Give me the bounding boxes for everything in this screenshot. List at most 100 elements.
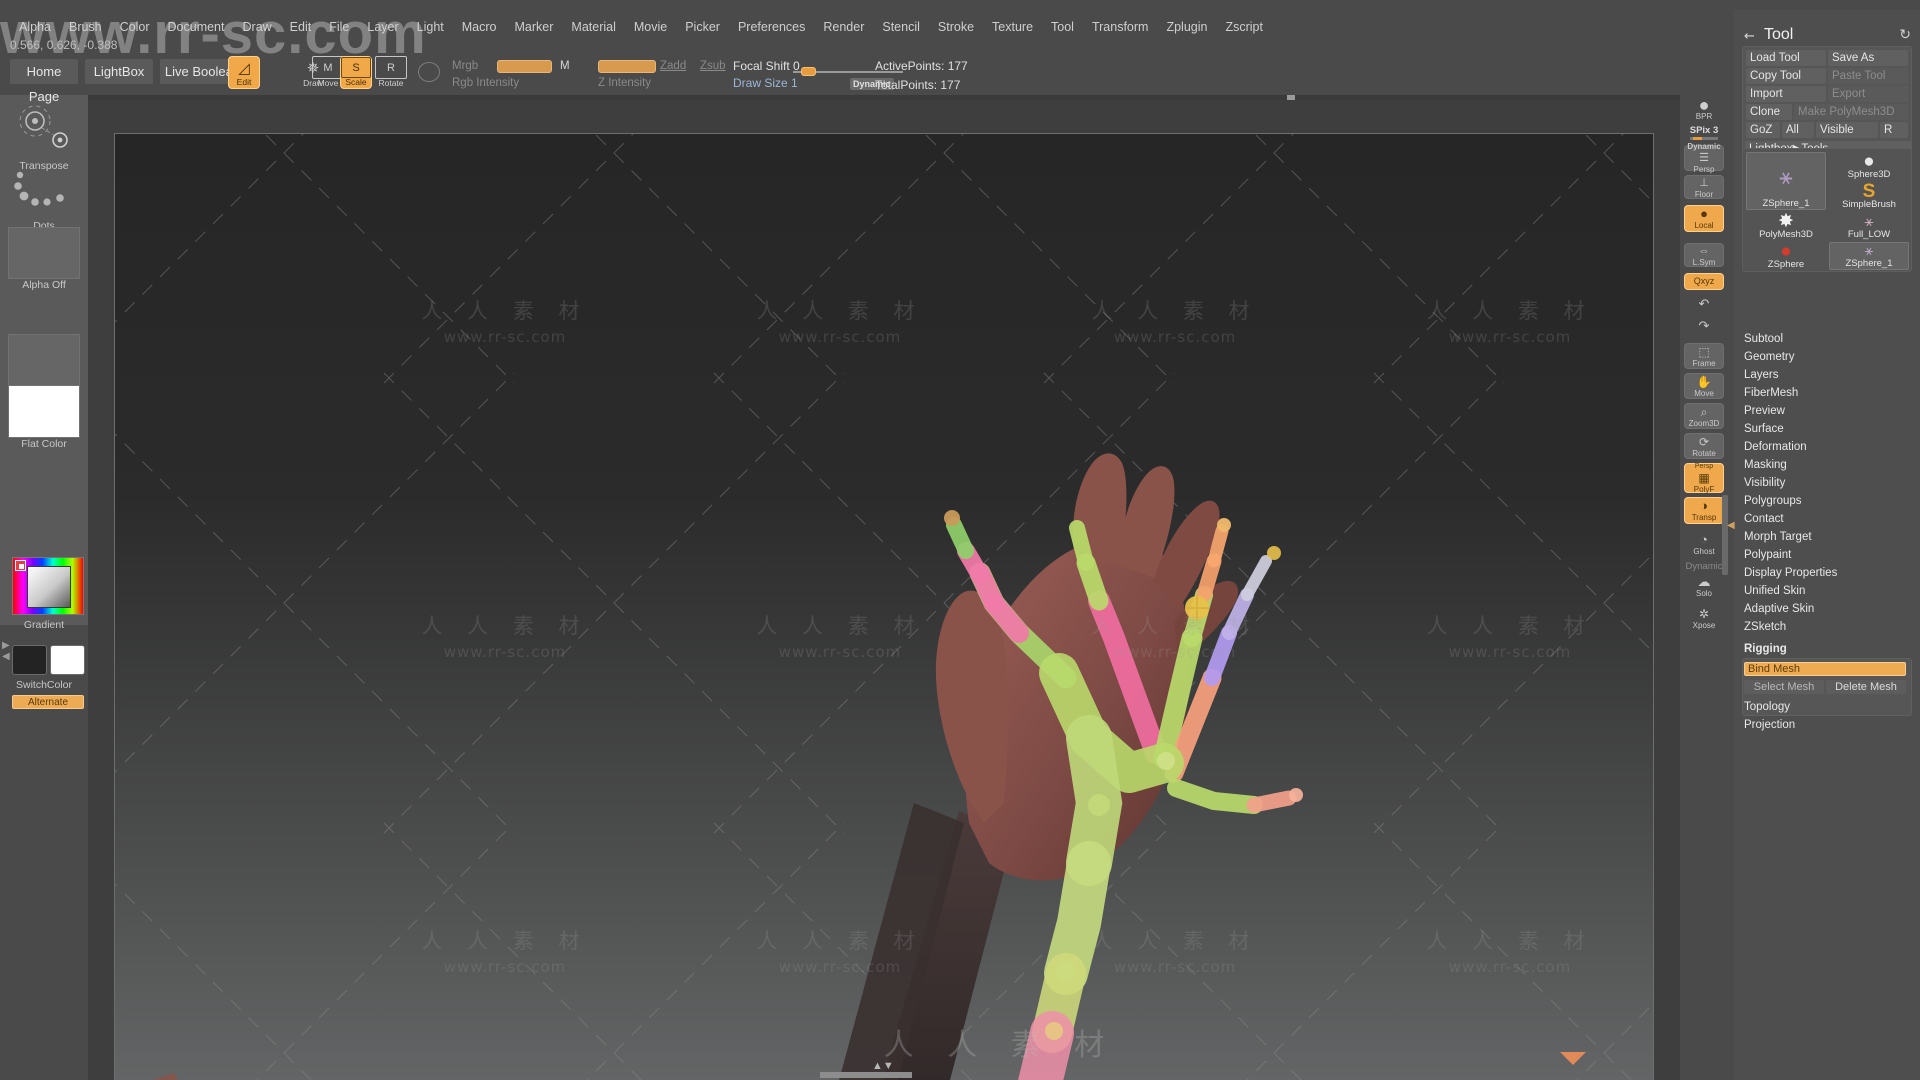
menu-item-layer[interactable]: Layer: [358, 18, 407, 36]
solo-button[interactable]: ☁ Solo: [1684, 573, 1724, 599]
menu-item-texture[interactable]: Texture: [983, 18, 1042, 36]
switch-color-label[interactable]: SwitchColor: [8, 679, 80, 691]
menu-item-macro[interactable]: Macro: [453, 18, 506, 36]
gradient-label[interactable]: Gradient: [8, 619, 80, 631]
secondary-color-swatch[interactable]: [50, 645, 85, 675]
lsym-button[interactable]: ⇔ L.Sym: [1684, 243, 1724, 267]
lightbox-button[interactable]: LightBox: [85, 59, 153, 84]
color-picker-inner[interactable]: [27, 566, 71, 608]
material-sphere-icon[interactable]: [418, 62, 440, 82]
tool-thumb-polymesh3d[interactable]: ✸ PolyMesh3D: [1746, 212, 1826, 240]
color-picker-selector[interactable]: [15, 560, 26, 571]
primary-color-swatch[interactable]: [12, 645, 47, 675]
tool-menu-subtool[interactable]: Subtool: [1744, 332, 1910, 346]
undo-button[interactable]: ↶: [1684, 295, 1724, 313]
tool-menu-masking[interactable]: Masking: [1744, 458, 1910, 472]
focal-shift-knob[interactable]: [801, 67, 816, 76]
rotate-nav-button[interactable]: ⟳ Rotate: [1684, 433, 1724, 459]
m-toggle-label[interactable]: M: [560, 60, 570, 72]
tool-menu-polypaint[interactable]: Polypaint: [1744, 548, 1910, 562]
tool-menu-fibermesh[interactable]: FiberMesh: [1744, 386, 1910, 400]
hand-model-3d[interactable]: [114, 133, 1654, 1080]
tool-thumb-zsphere-1-a[interactable]: ⚹ ZSphere_1: [1746, 152, 1826, 210]
zsub-button[interactable]: Zsub: [700, 60, 726, 72]
tool-thumb-zsphere-1-b[interactable]: ⚹ ZSphere_1: [1829, 242, 1909, 270]
z-intensity-slider[interactable]: [598, 60, 656, 73]
paste-tool-button[interactable]: Paste Tool: [1828, 68, 1908, 84]
draw-size-label[interactable]: Draw Size 1: [733, 76, 798, 90]
color-picker[interactable]: [12, 557, 84, 615]
menu-item-marker[interactable]: Marker: [506, 18, 563, 36]
mode-scale-button[interactable]: S Scale: [340, 56, 372, 89]
tool-menu-layers[interactable]: Layers: [1744, 368, 1910, 382]
tool-menu-zsketch[interactable]: ZSketch: [1744, 620, 1910, 634]
canvas-top-scrollbar-thumb[interactable]: [1287, 95, 1295, 100]
persp-button[interactable]: Dynamic ☰ Persp: [1684, 142, 1724, 174]
alpha-slot[interactable]: Alpha Off: [8, 227, 80, 291]
menu-item-zplugin[interactable]: Zplugin: [1157, 18, 1216, 36]
menu-item-alpha[interactable]: Alpha: [10, 18, 60, 36]
all-button[interactable]: All: [1782, 122, 1814, 138]
menu-item-transform[interactable]: Transform: [1083, 18, 1158, 36]
tool-menu-deformation[interactable]: Deformation: [1744, 440, 1910, 454]
spix-label[interactable]: SPix 3: [1684, 125, 1724, 136]
texture-thumbnail[interactable]: [8, 334, 80, 386]
tool-menu-display-properties[interactable]: Display Properties: [1744, 566, 1910, 580]
tool-menu-polygroups[interactable]: Polygroups: [1744, 494, 1910, 508]
stroke-dots-tool[interactable]: Dots: [8, 167, 80, 232]
zoom3d-button[interactable]: ⌕ Zoom3D: [1684, 403, 1724, 429]
flat-color-slot[interactable]: Flat Color: [8, 385, 80, 450]
alpha-thumbnail[interactable]: [8, 227, 80, 279]
panel-back-arrow-icon[interactable]: ↖: [1740, 26, 1759, 45]
menu-item-edit[interactable]: Edit: [281, 18, 321, 36]
menu-item-movie[interactable]: Movie: [625, 18, 676, 36]
transp-button[interactable]: ◑ Transp: [1684, 497, 1724, 524]
xpose-button[interactable]: ✲ Xpose: [1684, 605, 1724, 631]
alternate-button[interactable]: Alternate: [12, 695, 84, 709]
panel-reset-icon[interactable]: ↻: [1899, 26, 1911, 43]
flat-color-swatch[interactable]: [8, 385, 80, 438]
menu-item-tool[interactable]: Tool: [1042, 18, 1083, 36]
menu-item-draw[interactable]: Draw: [234, 18, 281, 36]
tool-menu-visibility[interactable]: Visibility: [1744, 476, 1910, 490]
menu-item-zscript[interactable]: Zscript: [1216, 18, 1272, 36]
menu-item-color[interactable]: Color: [111, 18, 159, 36]
move-nav-button[interactable]: ✋ Move: [1684, 373, 1724, 399]
menu-item-material[interactable]: Material: [562, 18, 624, 36]
rail-collapse-arrow-icon[interactable]: ◀: [1727, 520, 1735, 531]
menu-item-render[interactable]: Render: [814, 18, 873, 36]
tool-menu-surface[interactable]: Surface: [1744, 422, 1910, 436]
menu-item-light[interactable]: Light: [408, 18, 453, 36]
tool-menu-morph-target[interactable]: Morph Target: [1744, 530, 1910, 544]
spix-slider[interactable]: [1690, 137, 1718, 140]
mode-rotate-button[interactable]: R Rotate: [375, 56, 407, 89]
goz-button[interactable]: GoZ: [1746, 122, 1780, 138]
menu-item-stencil[interactable]: Stencil: [873, 18, 929, 36]
frame-button[interactable]: ⬚ Frame: [1684, 343, 1724, 369]
menu-item-picker[interactable]: Picker: [676, 18, 729, 36]
tool-menu-rigging[interactable]: Rigging: [1744, 642, 1910, 656]
delete-mesh-button[interactable]: Delete Mesh: [1826, 680, 1906, 694]
shelf-collapse-arrow[interactable]: ▶ ◀: [2, 640, 10, 662]
menu-item-document[interactable]: Document: [159, 18, 234, 36]
visible-r-button[interactable]: R: [1880, 122, 1908, 138]
rgb-intensity-slider[interactable]: [497, 60, 552, 73]
tool-menu-geometry[interactable]: Geometry: [1744, 350, 1910, 364]
load-tool-button[interactable]: Load Tool: [1746, 50, 1826, 66]
zadd-button[interactable]: Zadd: [660, 60, 686, 72]
menu-item-brush[interactable]: Brush: [60, 18, 111, 36]
canvas-area[interactable]: [88, 95, 1680, 1080]
tool-menu-unified-skin[interactable]: Unified Skin: [1744, 584, 1910, 598]
menu-item-preferences[interactable]: Preferences: [729, 18, 814, 36]
visible-button[interactable]: Visible: [1816, 122, 1878, 138]
tool-menu-topology[interactable]: Topology: [1744, 700, 1910, 714]
local-button[interactable]: ● Local: [1684, 205, 1724, 232]
bpr-render-button[interactable]: ● BPR: [1684, 95, 1724, 123]
bind-mesh-button[interactable]: Bind Mesh: [1744, 662, 1906, 676]
mrgb-label[interactable]: Mrgb: [452, 60, 478, 72]
floor-button[interactable]: ⊥ Floor: [1684, 175, 1724, 199]
select-mesh-button[interactable]: Select Mesh: [1744, 680, 1824, 694]
tool-thumb-zsphere[interactable]: ● ZSphere: [1746, 242, 1826, 270]
clone-button[interactable]: Clone: [1746, 104, 1792, 120]
xyz-button[interactable]: Qxyz: [1684, 273, 1724, 290]
